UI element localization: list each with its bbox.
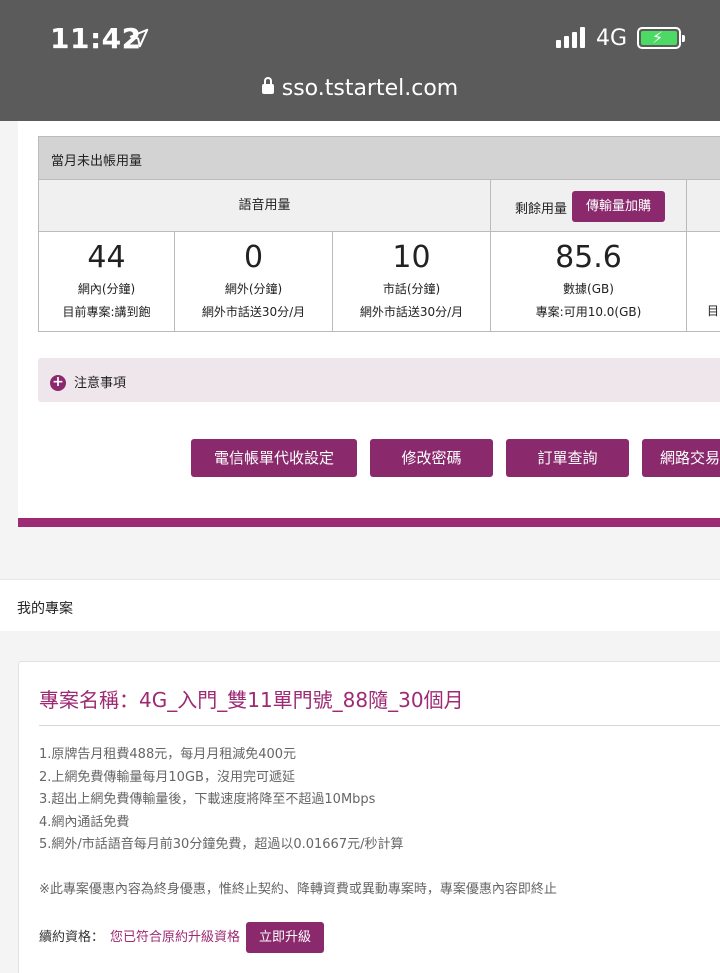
change-password-button[interactable]: 修改密碼 (370, 439, 493, 477)
usage-value: 44 (87, 240, 126, 275)
plan-title: 專案名稱：4G_入門_雙11單門號_88隨_30個月 (39, 688, 464, 712)
usage-note: 網外市話送30分/月 (201, 305, 306, 319)
plan-detail-item: 4.網內通話免費 (39, 814, 130, 830)
usage-unit: 市話(分鐘) (382, 282, 441, 296)
renewal-label: 續約資格： (39, 930, 105, 945)
usage-note: 目前專案:講到飽 (62, 305, 151, 319)
usage-values-row: 44 網內(分鐘) 目前專案:講到飽 0 網外(分鐘) 網外市話送30分/月 1… (38, 232, 720, 332)
usage-cell-onnet: 44 網內(分鐘) 目前專案:講到飽 (39, 232, 175, 331)
plan-details: 1.原牌告月租費488元，每月月租減免400元 2.上網免費傳輸量每月10GB，… (39, 744, 403, 857)
usage-value: 0 (243, 240, 264, 275)
usage-note: 網外市話送30分/月 (359, 305, 464, 319)
usage-cell-clipped: 目 (687, 232, 720, 331)
address-bar[interactable]: sso.tstartel.com (0, 76, 720, 101)
my-plan-header: 我的專案 (0, 579, 720, 631)
location-arrow-icon (129, 28, 149, 48)
data-addon-button[interactable]: 傳輸量加購 (572, 191, 665, 222)
plan-detail-item: 1.原牌告月租費488元，每月月租減免400元 (39, 747, 297, 762)
plan-detail-item: 3.超出上網免費傳輸量後，下載速度將降至不超過10Mbps (39, 792, 376, 807)
url-text: sso.tstartel.com (281, 76, 459, 101)
plan-detail-item: 5.網外/市話語音每月前30分鐘免費，超過以0.01667元/秒計算 (39, 837, 404, 852)
plan-card: 專案名稱：4G_入門_雙11單門號_88隨_30個月 1.原牌告月租費488元，… (18, 661, 720, 973)
usage-value: 85.6 (555, 240, 622, 275)
usage-unit: 網內(分鐘) (77, 282, 136, 296)
billing-setup-button[interactable]: 電信帳單代收設定 (191, 439, 357, 477)
notice-label: 注意事項 (74, 376, 127, 391)
plan-disclaimer: ※此專案優惠內容為終身優惠，惟終止契約、降轉資費或異動專案時，專案優惠內容即終止 (39, 882, 557, 897)
usage-cell-offnet: 0 網外(分鐘) 網外市話送30分/月 (175, 232, 333, 331)
plan-detail-item: 2.上網免費傳輸量每月10GB，沒用完可遞延 (39, 769, 295, 785)
remaining-usage-cell: 剩餘用量 傳輸量加購 (491, 180, 687, 232)
usage-value: 10 (392, 240, 431, 275)
online-transaction-button[interactable]: 網路交易 (642, 439, 720, 477)
usage-unit: 數據(GB) (563, 282, 614, 296)
usage-subheader: 語音用量 剩餘用量 傳輸量加購 (38, 180, 720, 232)
expand-plus-icon: + (50, 374, 66, 391)
usage-card: 當月未出帳用量 語音用量 剩餘用量 傳輸量加購 44 網內(分鐘) 目前專案:講… (18, 121, 720, 527)
order-query-button[interactable]: 訂單查詢 (506, 439, 629, 477)
usage-cell-landline: 10 市話(分鐘) 網外市話送30分/月 (333, 232, 491, 331)
renewal-status: 您已符合原約升級資格 (110, 930, 241, 945)
status-bar: 11:42 4G ⚡ sso.tstartel.com (0, 0, 720, 121)
usage-header: 當月未出帳用量 (38, 136, 720, 180)
voice-usage-label: 語音用量 (39, 180, 491, 232)
remaining-usage-label: 剩餘用量 (515, 202, 568, 217)
signal-icon (556, 26, 585, 48)
lock-icon (261, 77, 274, 94)
notice-toggle[interactable]: + 注意事項 (38, 358, 720, 402)
usage-note: 專案:可用10.0(GB) (535, 305, 642, 319)
usage-note: 目 (707, 304, 720, 318)
battery-charging-icon: ⚡ (637, 27, 685, 49)
divider (39, 725, 720, 726)
usage-cell-data: 85.6 數據(GB) 專案:可用10.0(GB) (491, 232, 687, 331)
renewal-row: 續約資格： 您已符合原約升級資格 立即升級 (39, 922, 325, 953)
usage-unit: 網外(分鐘) (224, 282, 283, 296)
upgrade-button[interactable]: 立即升級 (246, 922, 325, 953)
network-type: 4G (596, 26, 628, 51)
